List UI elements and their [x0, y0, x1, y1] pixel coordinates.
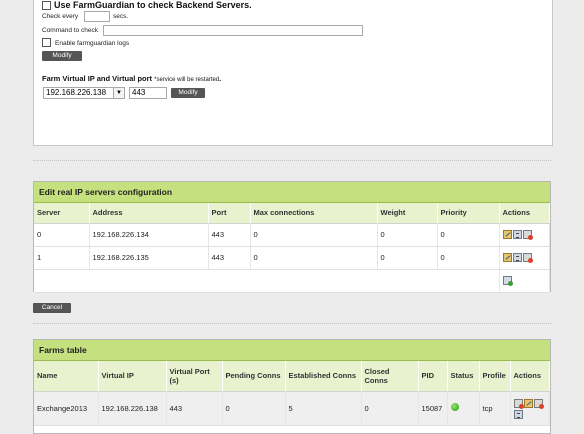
- server-address: 192.168.226.134: [89, 223, 209, 247]
- logs-label: Enable farmguardian logs: [55, 40, 130, 47]
- farm-settings-panel: Use FarmGuardian to check Backend Server…: [33, 0, 553, 146]
- server-port: 443: [208, 246, 251, 270]
- farms-panel: Farms table Name Virtual IP Virtual Port…: [33, 339, 551, 434]
- farm-closed: 0: [361, 391, 419, 426]
- divider: [33, 160, 551, 161]
- col-actions: Actions: [510, 361, 550, 392]
- col-priority: Priority: [437, 203, 500, 224]
- server-priority: 0: [437, 223, 500, 247]
- stop-farm-icon[interactable]: [513, 398, 524, 409]
- col-weight: Weight: [377, 203, 438, 224]
- delete-icon[interactable]: [522, 230, 533, 241]
- table-row-add: [34, 269, 550, 293]
- col-virtual-port: Virtual Port (s): [166, 361, 223, 392]
- command-input[interactable]: [103, 25, 363, 36]
- server-priority: 0: [437, 246, 500, 270]
- col-address: Address: [89, 203, 209, 224]
- farm-actions: [510, 391, 550, 426]
- status-up-icon: [450, 403, 459, 411]
- farm-status: [447, 391, 480, 426]
- vip-restart-note: *service will be restarted: [154, 77, 220, 83]
- col-actions: Actions: [499, 203, 550, 224]
- server-maxconn: 0: [250, 246, 378, 270]
- col-max-connections: Max connections: [250, 203, 378, 224]
- virtual-port-input[interactable]: 443: [129, 87, 167, 99]
- server-id: 1: [34, 246, 90, 270]
- edit-icon[interactable]: [502, 253, 512, 263]
- real-servers-panel: Edit real IP servers configuration Serve…: [33, 181, 551, 293]
- farms-table: Name Virtual IP Virtual Port (s) Pending…: [34, 361, 550, 426]
- col-port: Port: [208, 203, 251, 224]
- secs-label: secs.: [113, 13, 129, 20]
- virtual-ip-value: 192.168.226.138: [46, 88, 107, 97]
- farm-vport: 443: [166, 391, 223, 426]
- col-established-conns: Established Conns: [285, 361, 362, 392]
- server-actions: [499, 223, 550, 247]
- server-port: 443: [208, 223, 251, 247]
- virtual-ip-select[interactable]: 192.168.226.138 ▼: [43, 87, 125, 99]
- col-server: Server: [34, 203, 90, 224]
- farm-pending: 0: [222, 391, 286, 426]
- farm-established: 5: [285, 391, 362, 426]
- add-server-icon[interactable]: [502, 276, 513, 287]
- server-weight: 0: [377, 223, 438, 247]
- delete-farm-icon[interactable]: [533, 398, 544, 409]
- add-actions: [499, 269, 550, 293]
- server-id: 0: [34, 223, 90, 247]
- col-closed-conns: Closed Conns: [361, 361, 419, 392]
- col-virtual-ip: Virtual IP: [98, 361, 167, 392]
- server-actions: [499, 246, 550, 270]
- divider: [33, 323, 551, 324]
- col-pending-conns: Pending Conns: [222, 361, 286, 392]
- backup-icon[interactable]: [513, 409, 523, 419]
- server-maxconn: 0: [250, 223, 378, 247]
- farm-pid: 15087: [418, 391, 448, 426]
- edit-icon[interactable]: [502, 230, 512, 240]
- check-every-input[interactable]: [84, 11, 110, 22]
- cancel-button[interactable]: Cancel: [33, 303, 71, 313]
- table-row: 1 192.168.226.135 443 0 0 0: [34, 246, 550, 270]
- farms-title: Farms table: [34, 340, 550, 361]
- real-servers-title: Edit real IP servers configuration: [34, 182, 550, 203]
- farm-name: Exchange2013: [34, 391, 99, 426]
- maintenance-icon[interactable]: [512, 230, 522, 240]
- server-address: 192.168.226.135: [89, 246, 209, 270]
- farmguardian-logs-checkbox[interactable]: [42, 38, 51, 47]
- delete-icon[interactable]: [522, 253, 533, 264]
- maintenance-icon[interactable]: [512, 253, 522, 263]
- check-every-label: Check every: [42, 13, 79, 20]
- col-name: Name: [34, 361, 99, 392]
- chevron-down-icon[interactable]: ▼: [113, 88, 124, 98]
- table-header-row: Server Address Port Max connections Weig…: [34, 203, 550, 224]
- col-pid: PID: [418, 361, 448, 392]
- farmguardian-checkbox[interactable]: [42, 0, 51, 10]
- vip-modify-button[interactable]: Modify: [171, 88, 205, 98]
- farm-profile: tcp: [479, 391, 511, 426]
- table-row: 0 192.168.226.134 443 0 0 0: [34, 223, 550, 247]
- farmguardian-toggle-row: Use FarmGuardian to check Backend Server…: [42, 0, 252, 10]
- vip-title-text: Farm Virtual IP and Virtual port: [42, 74, 153, 83]
- edit-farm-icon[interactable]: [523, 398, 533, 408]
- col-status: Status: [447, 361, 480, 392]
- farm-vip: 192.168.226.138: [98, 391, 167, 426]
- vip-title: Farm Virtual IP and Virtual port *servic…: [42, 74, 222, 83]
- command-label: Command to check: [42, 27, 98, 34]
- farmguardian-modify-button[interactable]: Modify: [42, 51, 82, 61]
- table-header-row: Name Virtual IP Virtual Port (s) Pending…: [34, 361, 550, 392]
- server-weight: 0: [377, 246, 438, 270]
- table-row[interactable]: Exchange2013 192.168.226.138 443 0 5 0 1…: [34, 391, 550, 426]
- farmguardian-title: Use FarmGuardian to check Backend Server…: [54, 0, 252, 10]
- real-servers-table: Server Address Port Max connections Weig…: [34, 203, 550, 293]
- col-profile: Profile: [479, 361, 511, 392]
